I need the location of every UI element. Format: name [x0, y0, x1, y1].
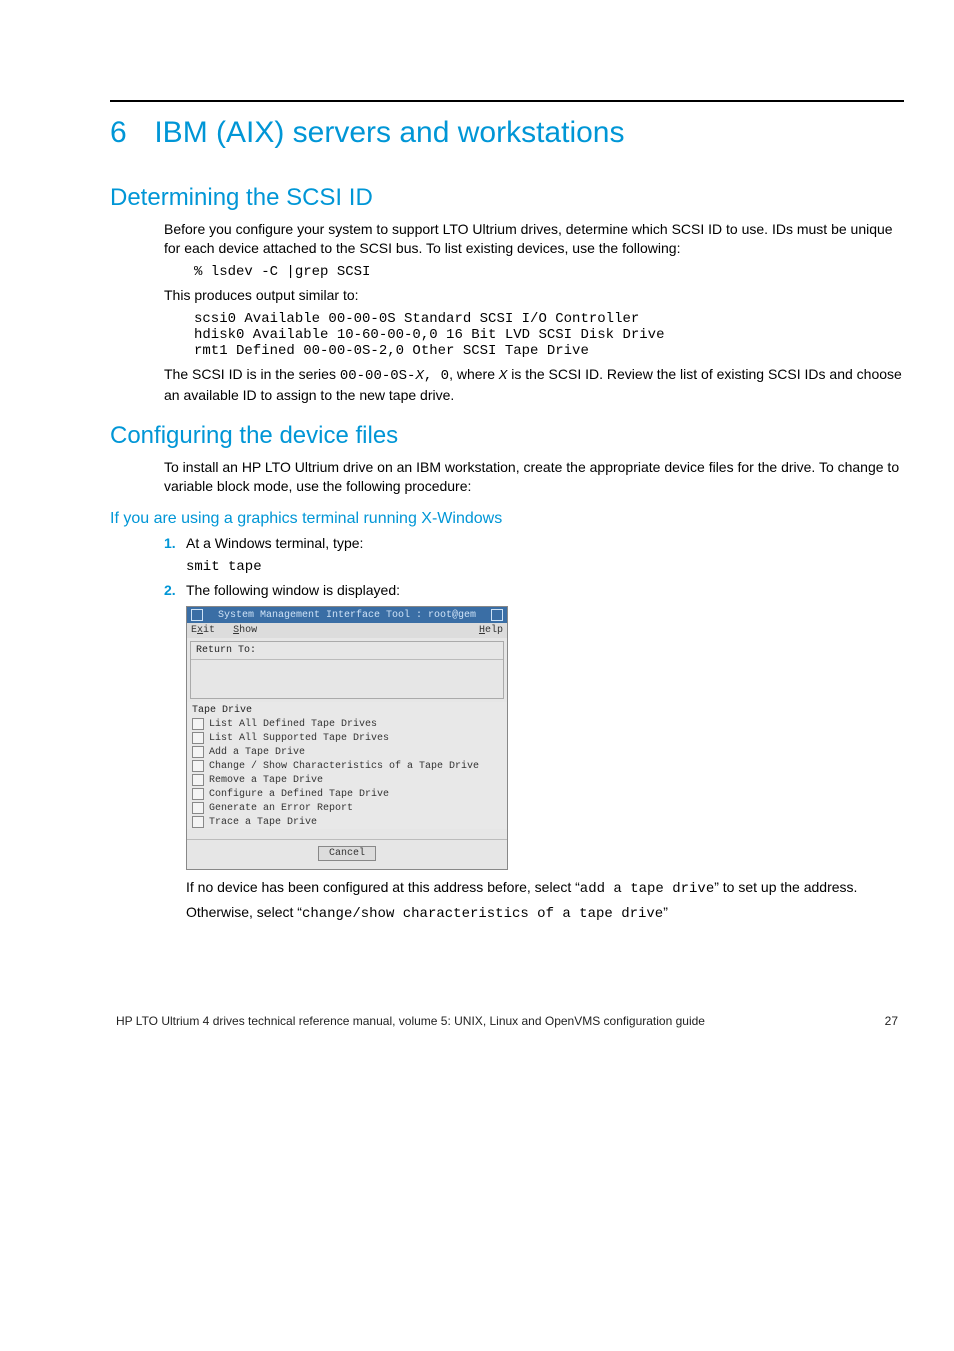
chapter-title: 6 IBM (AIX) servers and workstations	[110, 116, 904, 150]
step-2-after-1: If no device has been configured at this…	[186, 878, 904, 899]
smit-item-2[interactable]: Add a Tape Drive	[187, 745, 507, 759]
s3-after-code2: change/show characteristics of a tape dr…	[302, 906, 663, 922]
s2-p1: To install an HP LTO Ultrium drive on an…	[164, 458, 904, 496]
smit-spacer	[187, 829, 507, 839]
subsection-xwindows: If you are using a graphics terminal run…	[110, 510, 904, 528]
menu-exit[interactable]: Exit	[191, 625, 215, 636]
smit-item-6-label: Generate an Error Report	[209, 803, 353, 814]
menu-show[interactable]: Show	[233, 625, 257, 636]
smit-titlebar: System Management Interface Tool : root@…	[187, 607, 507, 623]
s1-p3-code2: , 0	[424, 368, 449, 384]
step-1-number: 1.	[164, 534, 176, 553]
s3-after-c: Otherwise, select “	[186, 904, 302, 920]
s1-p3-a: The SCSI ID is in the series	[164, 366, 340, 382]
chapter-title-text: IBM (AIX) servers and workstations	[154, 116, 624, 149]
checkbox-icon	[192, 774, 204, 786]
smit-item-7[interactable]: Trace a Tape Drive	[187, 815, 507, 829]
smit-item-1-label: List All Supported Tape Drives	[209, 733, 389, 744]
s1-p1: Before you configure your system to supp…	[164, 220, 904, 258]
smit-menubar: Exit Show Help	[187, 623, 507, 638]
menu-left: Exit Show	[191, 625, 257, 636]
checkbox-icon	[192, 718, 204, 730]
smit-button-row: Cancel	[187, 839, 507, 869]
chapter-rule	[110, 100, 904, 102]
smit-title-text: System Management Interface Tool : root@…	[218, 610, 476, 621]
smit-return-blank	[191, 660, 503, 698]
s1-p3-x: X	[415, 368, 423, 384]
window-control-icon[interactable]	[491, 609, 503, 621]
s3-after-d: ”	[663, 904, 668, 920]
s1-p3: The SCSI ID is in the series 00-00-0S-X,…	[164, 365, 904, 405]
smit-return-to: Return To:	[191, 642, 503, 660]
step-2-after-2: Otherwise, select “change/show character…	[186, 903, 904, 924]
smit-window: System Management Interface Tool : root@…	[186, 606, 508, 870]
checkbox-icon	[192, 816, 204, 828]
checkbox-icon	[192, 732, 204, 744]
smit-item-5[interactable]: Configure a Defined Tape Drive	[187, 787, 507, 801]
s1-code2: scsi0 Available 00-00-0S Standard SCSI I…	[194, 311, 904, 359]
s3-after-code1: add a tape drive	[580, 881, 714, 897]
footer-left: HP LTO Ultrium 4 drives technical refere…	[116, 1014, 705, 1028]
cancel-button[interactable]: Cancel	[318, 846, 376, 861]
step-1-text: At a Windows terminal, type:	[186, 535, 363, 551]
chapter-number: 6	[110, 116, 146, 150]
step-1-code: smit tape	[186, 559, 904, 575]
s3-after-a: If no device has been configured at this…	[186, 879, 580, 895]
smit-item-4-label: Remove a Tape Drive	[209, 775, 323, 786]
smit-return-panel: Return To:	[190, 641, 504, 699]
step-2-number: 2.	[164, 581, 176, 600]
checkbox-icon	[192, 788, 204, 800]
smit-item-7-label: Trace a Tape Drive	[209, 817, 317, 828]
s1-p3-b: , where	[449, 366, 499, 382]
checkbox-icon	[192, 746, 204, 758]
checkbox-icon	[192, 760, 204, 772]
smit-item-0[interactable]: List All Defined Tape Drives	[187, 717, 507, 731]
step-2-text: The following window is displayed:	[186, 582, 400, 598]
s1-p2: This produces output similar to:	[164, 286, 904, 305]
section-determining-scsi-id: Determining the SCSI ID	[110, 184, 904, 212]
smit-item-1[interactable]: List All Supported Tape Drives	[187, 731, 507, 745]
section-configuring-device-files: Configuring the device files	[110, 422, 904, 450]
window-menu-icon[interactable]	[191, 609, 203, 621]
smit-item-3[interactable]: Change / Show Characteristics of a Tape …	[187, 759, 507, 773]
smit-heading: Tape Drive	[187, 702, 507, 717]
step-2: 2. The following window is displayed:	[164, 581, 904, 600]
s3-after-b: ” to set up the address.	[714, 879, 857, 895]
smit-item-0-label: List All Defined Tape Drives	[209, 719, 377, 730]
s1-code1: % lsdev -C |grep SCSI	[194, 264, 904, 280]
smit-item-5-label: Configure a Defined Tape Drive	[209, 789, 389, 800]
menu-help[interactable]: Help	[479, 625, 503, 636]
s1-p3-code1: 00-00-0S-	[340, 368, 416, 384]
smit-item-2-label: Add a Tape Drive	[209, 747, 305, 758]
smit-item-4[interactable]: Remove a Tape Drive	[187, 773, 507, 787]
smit-item-6[interactable]: Generate an Error Report	[187, 801, 507, 815]
checkbox-icon	[192, 802, 204, 814]
page-footer: HP LTO Ultrium 4 drives technical refere…	[110, 1014, 904, 1028]
smit-item-3-label: Change / Show Characteristics of a Tape …	[209, 761, 479, 772]
step-1: 1. At a Windows terminal, type:	[164, 534, 904, 553]
footer-page: 27	[885, 1014, 898, 1028]
